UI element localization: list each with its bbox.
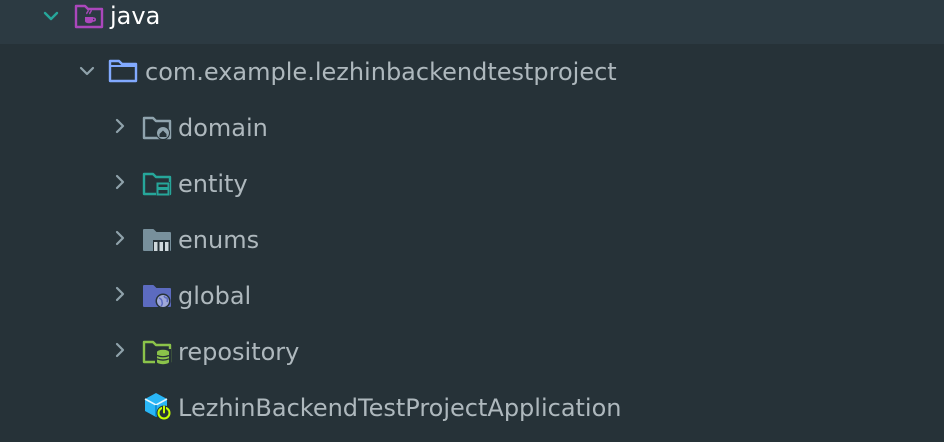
tree-row-java[interactable]: java	[0, 0, 944, 44]
tree-row-global[interactable]: global	[0, 268, 944, 324]
chevron-right-icon[interactable]	[111, 229, 129, 247]
chevron-right-icon[interactable]	[111, 341, 129, 359]
spring-boot-application-icon	[143, 391, 173, 421]
enums-folder-icon	[142, 225, 172, 255]
tree-row-enums[interactable]: enums	[0, 212, 944, 268]
chevron-down-icon[interactable]	[42, 7, 60, 25]
tree-row-label: entity	[178, 170, 248, 198]
folder-icon	[108, 56, 138, 86]
tree-row-repository[interactable]: repository	[0, 324, 944, 380]
tree-row-package[interactable]: com.example.lezhinbackendtestproject	[0, 44, 944, 100]
tree-row-label: enums	[178, 226, 260, 254]
domain-folder-icon	[142, 113, 172, 143]
java-source-folder-icon	[74, 1, 104, 31]
tree-row-label: com.example.lezhinbackendtestproject	[145, 58, 617, 86]
tree-row-label: java	[110, 2, 161, 30]
chevron-right-icon[interactable]	[111, 173, 129, 191]
chevron-down-icon[interactable]	[78, 62, 96, 80]
tree-row-domain[interactable]: domain	[0, 100, 944, 156]
tree-row-label: repository	[178, 338, 300, 366]
tree-row-label: domain	[178, 114, 268, 142]
chevron-right-icon[interactable]	[111, 117, 129, 135]
tree-row-application[interactable]: LezhinBackendTestProjectApplication	[0, 380, 944, 436]
repository-folder-icon	[142, 337, 172, 367]
global-folder-icon	[142, 281, 172, 311]
chevron-right-icon[interactable]	[111, 285, 129, 303]
tree-row-label: global	[178, 282, 252, 310]
entity-folder-icon	[142, 169, 172, 199]
tree-row-label: LezhinBackendTestProjectApplication	[178, 394, 622, 422]
tree-row-entity[interactable]: entity	[0, 156, 944, 212]
